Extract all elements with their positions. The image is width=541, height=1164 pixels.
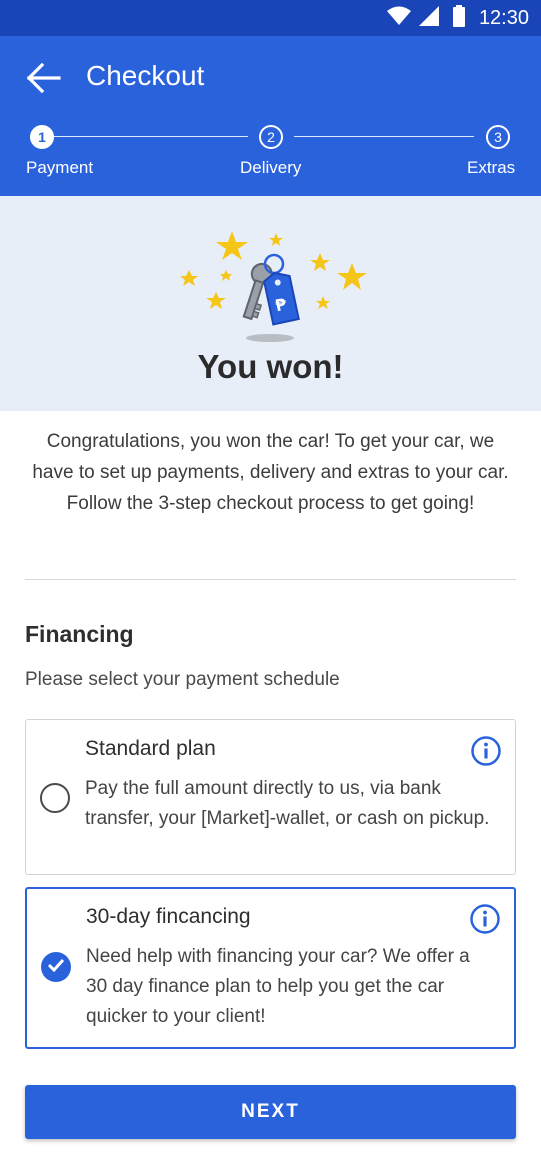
page-title: Checkout (86, 60, 205, 91)
hero-banner: ₱ You won! (0, 196, 541, 411)
step-label-delivery[interactable]: Delivery (240, 158, 301, 178)
arrow-left-icon (26, 62, 61, 98)
divider (25, 579, 516, 580)
next-button[interactable]: NEXT (25, 1085, 516, 1139)
step-3-indicator[interactable]: 3 (486, 125, 510, 149)
step-label-payment[interactable]: Payment (26, 158, 93, 178)
info-icon[interactable] (470, 735, 502, 767)
wifi-icon (386, 6, 411, 31)
hero-title: You won! (197, 348, 344, 385)
option-title: Standard plan (85, 737, 216, 760)
status-bar: 12:30 (0, 0, 541, 36)
standard-plan-option[interactable]: Standard plan Pay the full amount direct… (25, 719, 516, 875)
app-bar: Checkout 1 2 3 Payment Delivery Extras (0, 36, 541, 196)
option-description: Need help with financing your car? We of… (86, 946, 470, 1027)
financing-title: Financing (25, 621, 134, 647)
radio-unselected[interactable] (40, 783, 70, 813)
checkout-stepper: 1 2 3 Payment Delivery Extras (0, 118, 541, 188)
intro-text: Congratulations, you won the car! To get… (32, 431, 509, 514)
step-1-indicator[interactable]: 1 (30, 125, 54, 149)
step-label-extras[interactable]: Extras (467, 158, 515, 178)
financing-subtitle: Please select your payment schedule (25, 669, 340, 690)
status-time: 12:30 (478, 6, 529, 29)
step-connector (54, 136, 248, 137)
info-icon[interactable] (469, 903, 501, 935)
check-icon (47, 958, 65, 977)
option-title: 30-day fincancing (86, 905, 251, 928)
step-connector (294, 136, 474, 137)
step-2-indicator[interactable]: 2 (259, 125, 283, 149)
financing-plan-option[interactable]: 30-day fincancing Need help with financi… (25, 887, 516, 1049)
back-button[interactable] (24, 60, 64, 100)
battery-icon (452, 4, 465, 32)
radio-selected[interactable] (41, 952, 71, 982)
car-keys-stars-illustration: ₱ (180, 231, 367, 342)
option-description: Pay the full amount directly to us, via … (85, 778, 490, 829)
signal-icon (418, 5, 439, 31)
